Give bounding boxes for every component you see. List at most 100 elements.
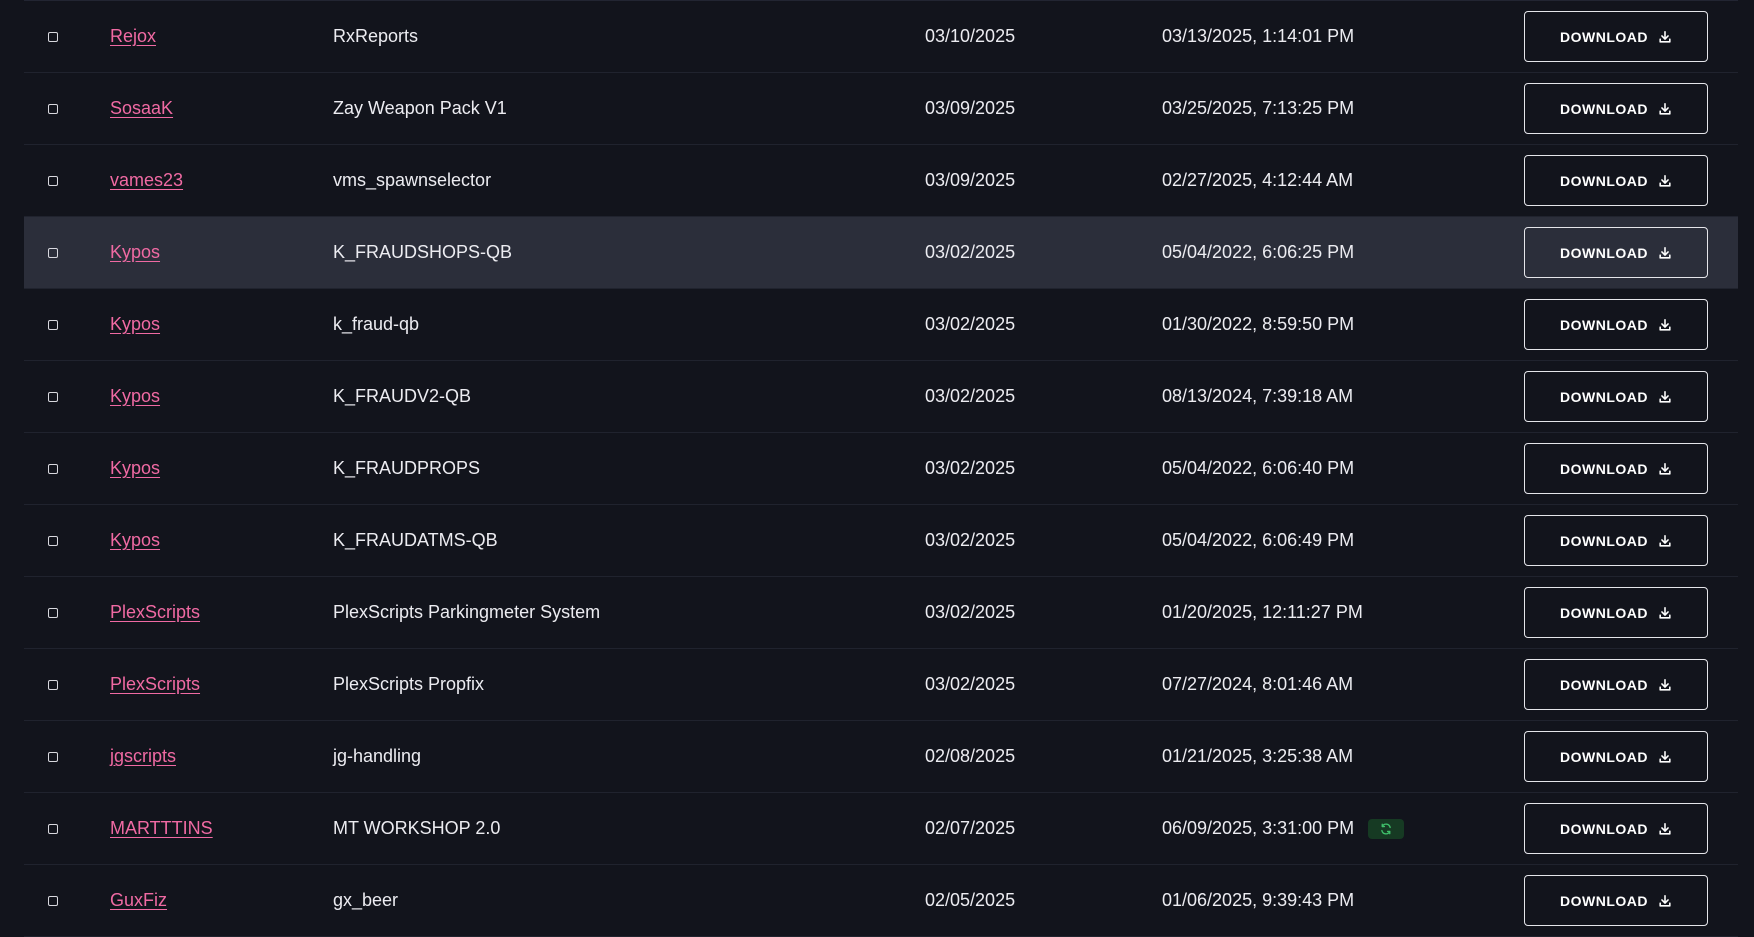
author-link[interactable]: Kypos [110, 242, 160, 263]
row-checkbox[interactable] [48, 895, 58, 906]
purchase-date: 03/02/2025 [925, 602, 1016, 622]
author-link[interactable]: Kypos [110, 458, 160, 479]
author-link[interactable]: Rejox [110, 26, 156, 47]
row-select-cell [46, 73, 60, 144]
row-checkbox[interactable] [48, 751, 58, 762]
last-updated-cell: 01/06/2025, 9:39:43 PM [1162, 865, 1354, 936]
last-updated: 02/27/2025, 4:12:44 AM [1162, 170, 1354, 190]
last-updated-cell: 05/04/2022, 6:06:49 PM [1162, 505, 1354, 576]
table-row: jgscripts jg-handling 02/08/2025 01/21/2… [24, 721, 1738, 793]
download-icon [1658, 606, 1672, 620]
purchase-date: 02/05/2025 [925, 890, 1016, 910]
purchase-date: 03/09/2025 [925, 170, 1016, 190]
download-button[interactable]: DOWNLOAD [1524, 11, 1708, 62]
download-button-label: DOWNLOAD [1560, 820, 1648, 837]
row-checkbox[interactable] [48, 319, 58, 330]
last-updated: 01/30/2022, 8:59:50 PM [1162, 314, 1355, 334]
row-select-cell [46, 649, 60, 720]
row-select-cell [46, 721, 60, 792]
download-button[interactable]: DOWNLOAD [1524, 83, 1708, 134]
resource-name: gx_beer [333, 890, 399, 910]
author-link[interactable]: Kypos [110, 314, 160, 335]
download-button-label: DOWNLOAD [1560, 388, 1648, 405]
resource-name: k_fraud-qb [333, 314, 420, 334]
last-updated-cell: 05/04/2022, 6:06:40 PM [1162, 433, 1354, 504]
author-link[interactable]: GuxFiz [110, 890, 167, 911]
author-link[interactable]: PlexScripts [110, 674, 200, 695]
resource-name: K_FRAUDSHOPS-QB [333, 242, 513, 262]
download-button[interactable]: DOWNLOAD [1524, 731, 1708, 782]
action-cell: DOWNLOAD [1524, 793, 1708, 864]
resource-name: K_FRAUDV2-QB [333, 386, 472, 406]
row-select-cell [46, 361, 60, 432]
row-checkbox[interactable] [48, 463, 58, 474]
action-cell: DOWNLOAD [1524, 73, 1708, 144]
resource-name: vms_spawnselector [333, 170, 492, 190]
row-checkbox[interactable] [48, 535, 58, 546]
author-link[interactable]: jgscripts [110, 746, 176, 767]
table-row: MARTTTINS MT WORKSHOP 2.0 02/07/2025 06/… [24, 793, 1738, 865]
download-button-label: DOWNLOAD [1560, 748, 1648, 765]
download-button[interactable]: DOWNLOAD [1524, 371, 1708, 422]
row-checkbox[interactable] [48, 607, 58, 618]
last-updated: 01/21/2025, 3:25:38 AM [1162, 746, 1354, 766]
author-cell: Kypos [110, 505, 160, 576]
row-checkbox[interactable] [48, 823, 58, 834]
author-cell: GuxFiz [110, 865, 167, 936]
author-link[interactable]: Kypos [110, 530, 160, 551]
download-icon [1658, 30, 1672, 44]
download-icon [1658, 246, 1672, 260]
download-button[interactable]: DOWNLOAD [1524, 875, 1708, 926]
download-button[interactable]: DOWNLOAD [1524, 155, 1708, 206]
action-cell: DOWNLOAD [1524, 577, 1708, 648]
last-updated-cell: 02/27/2025, 4:12:44 AM [1162, 145, 1353, 216]
row-checkbox[interactable] [48, 391, 58, 402]
download-button-label: DOWNLOAD [1560, 316, 1648, 333]
author-link[interactable]: Kypos [110, 386, 160, 407]
purchase-date: 03/02/2025 [925, 386, 1016, 406]
download-icon [1658, 750, 1672, 764]
download-button[interactable]: DOWNLOAD [1524, 659, 1708, 710]
action-cell: DOWNLOAD [1524, 1, 1708, 72]
download-button[interactable]: DOWNLOAD [1524, 299, 1708, 350]
author-cell: PlexScripts [110, 577, 200, 648]
last-updated-cell: 07/27/2024, 8:01:46 AM [1162, 649, 1353, 720]
row-select-cell [46, 577, 60, 648]
download-button-label: DOWNLOAD [1560, 172, 1648, 189]
download-icon [1658, 894, 1672, 908]
last-updated-cell: 08/13/2024, 7:39:18 AM [1162, 361, 1353, 432]
download-button[interactable]: DOWNLOAD [1524, 227, 1708, 278]
download-button-label: DOWNLOAD [1560, 604, 1648, 621]
download-button[interactable]: DOWNLOAD [1524, 803, 1708, 854]
resource-name: RxReports [333, 26, 419, 46]
row-select-cell [46, 1, 60, 72]
download-button[interactable]: DOWNLOAD [1524, 443, 1708, 494]
last-updated-cell: 05/04/2022, 6:06:25 PM [1162, 217, 1354, 288]
row-checkbox[interactable] [48, 175, 58, 186]
download-button-label: DOWNLOAD [1560, 892, 1648, 909]
row-checkbox[interactable] [48, 247, 58, 258]
action-cell: DOWNLOAD [1524, 361, 1708, 432]
action-cell: DOWNLOAD [1524, 649, 1708, 720]
download-button[interactable]: DOWNLOAD [1524, 587, 1708, 638]
download-button[interactable]: DOWNLOAD [1524, 515, 1708, 566]
row-select-cell [46, 793, 60, 864]
download-icon [1658, 390, 1672, 404]
author-cell: jgscripts [110, 721, 176, 792]
author-cell: Kypos [110, 433, 160, 504]
author-cell: Kypos [110, 217, 160, 288]
table-row: Kypos K_FRAUDATMS-QB 03/02/2025 05/04/20… [24, 505, 1738, 577]
last-updated: 03/13/2025, 1:14:01 PM [1162, 26, 1355, 46]
row-checkbox[interactable] [48, 31, 58, 42]
last-updated: 07/27/2024, 8:01:46 AM [1162, 674, 1354, 694]
purchase-date: 03/09/2025 [925, 98, 1016, 118]
table-row: Kypos K_FRAUDV2-QB 03/02/2025 08/13/2024… [24, 361, 1738, 433]
author-link[interactable]: PlexScripts [110, 602, 200, 623]
author-link[interactable]: vames23 [110, 170, 183, 191]
row-checkbox[interactable] [48, 679, 58, 690]
last-updated: 06/09/2025, 3:31:00 PM [1162, 818, 1355, 838]
author-link[interactable]: MARTTTINS [110, 818, 213, 839]
table-row: Kypos K_FRAUDPROPS 03/02/2025 05/04/2022… [24, 433, 1738, 505]
row-checkbox[interactable] [48, 103, 58, 114]
author-link[interactable]: SosaaK [110, 98, 173, 119]
